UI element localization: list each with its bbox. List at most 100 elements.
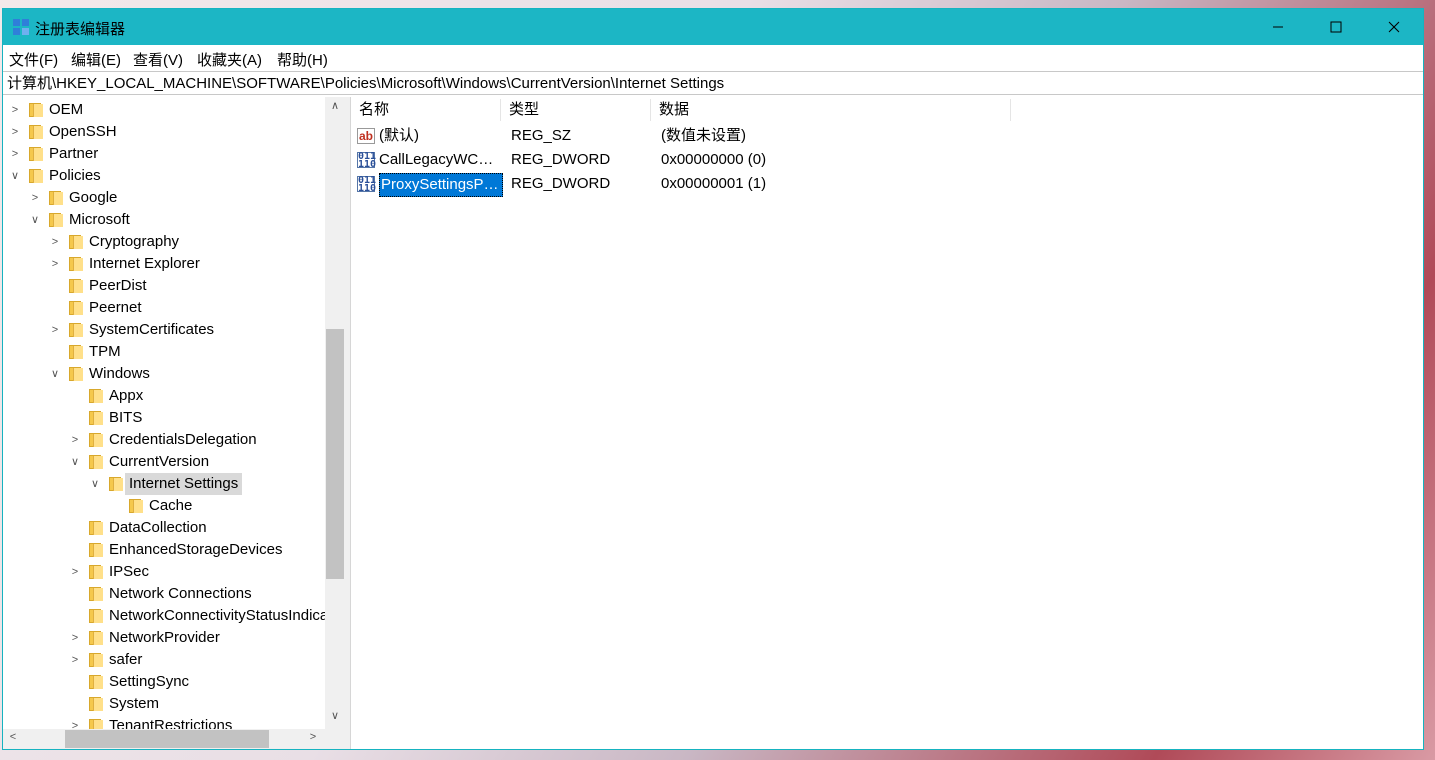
folder-icon <box>69 279 83 293</box>
tree-node[interactable]: > Google <box>3 187 325 209</box>
folder-icon <box>89 433 103 447</box>
scroll-down-icon[interactable]: ∨ <box>325 709 345 722</box>
chevron-right-icon[interactable]: > <box>69 715 81 729</box>
chevron-right-icon[interactable]: > <box>9 121 21 143</box>
tree-node-label: Internet Explorer <box>89 255 200 272</box>
value-data: 0x00000001 (1) <box>661 175 767 192</box>
tree-node-label: Cache <box>149 497 193 514</box>
tree-node[interactable]: DataCollection <box>3 517 325 539</box>
chevron-right-icon[interactable]: > <box>9 143 21 165</box>
scroll-right-icon[interactable]: > <box>303 731 323 743</box>
folder-icon <box>69 345 83 359</box>
tree-horizontal-scrollbar[interactable]: < > <box>3 729 325 749</box>
tree-node[interactable]: ∨ Policies <box>3 165 325 187</box>
folder-icon <box>89 631 103 645</box>
tree-node-label: Peernet <box>89 299 142 316</box>
chevron-right-icon[interactable]: > <box>49 253 61 275</box>
value-row[interactable]: 011110CallLegacyWCMPolicies REG_DWORD 0x00… <box>351 149 1151 171</box>
menu-file[interactable]: 文件(F) <box>9 49 58 70</box>
folder-icon <box>89 719 103 729</box>
tree-node-label: PeerDist <box>89 277 147 294</box>
folder-icon <box>89 521 103 535</box>
close-button[interactable] <box>1365 9 1423 45</box>
chevron-down-icon[interactable]: ∨ <box>49 363 61 385</box>
tree-node-label: Google <box>69 189 118 206</box>
tree-node[interactable]: > OEM <box>3 99 325 121</box>
tree-node-label: OEM <box>49 101 84 118</box>
tree-node[interactable]: ∨ Internet Settings <box>3 473 325 495</box>
folder-icon <box>89 609 103 623</box>
maximize-button[interactable] <box>1307 9 1365 45</box>
tree-node[interactable]: > SystemCertificates <box>3 319 325 341</box>
folder-icon <box>109 477 123 491</box>
tree-node[interactable]: > NetworkProvider <box>3 627 325 649</box>
tree-node[interactable]: Cache <box>3 495 325 517</box>
column-header-data[interactable]: 数据 <box>651 99 1011 121</box>
menu-edit[interactable]: 编辑(E) <box>71 49 121 70</box>
chevron-right-icon[interactable]: > <box>9 99 21 121</box>
tree-node[interactable]: SettingSync <box>3 671 325 693</box>
chevron-right-icon[interactable]: > <box>69 627 81 649</box>
tree-node[interactable]: ∨ Windows <box>3 363 325 385</box>
column-header-name[interactable]: 名称 <box>351 99 501 121</box>
tree-node[interactable]: > Partner <box>3 143 325 165</box>
tree-node[interactable]: ∨ Microsoft <box>3 209 325 231</box>
tree-node[interactable]: Peernet <box>3 297 325 319</box>
scroll-corner <box>325 729 345 749</box>
tree-vertical-scrollbar[interactable]: ∧ ∨ <box>325 97 345 729</box>
tree-node[interactable]: > safer <box>3 649 325 671</box>
menu-view[interactable]: 查看(V) <box>133 49 183 70</box>
minimize-button[interactable] <box>1249 9 1307 45</box>
tree-node-label: NetworkProvider <box>109 629 220 646</box>
chevron-down-icon[interactable]: ∨ <box>29 209 41 231</box>
chevron-right-icon[interactable]: > <box>49 319 61 341</box>
tree-node[interactable]: > OpenSSH <box>3 121 325 143</box>
folder-icon <box>89 653 103 667</box>
column-header-type[interactable]: 类型 <box>501 99 651 121</box>
value-row[interactable]: ab (默认) REG_SZ (数值未设置) <box>351 125 1151 147</box>
folder-icon <box>49 191 63 205</box>
tree-node[interactable]: > Cryptography <box>3 231 325 253</box>
tree-node[interactable]: NetworkConnectivityStatusIndicator <box>3 605 325 627</box>
tree-node[interactable]: Appx <box>3 385 325 407</box>
tree-node-label: Partner <box>49 145 99 162</box>
tree-node[interactable]: > Internet Explorer <box>3 253 325 275</box>
window-title: 注册表编辑器 <box>35 21 126 38</box>
chevron-right-icon[interactable]: > <box>69 429 81 451</box>
tree-node[interactable]: ∨ CurrentVersion <box>3 451 325 473</box>
value-row[interactable]: 011110ProxySettingsPerUser REG_DWORD 0x000… <box>351 173 1151 197</box>
tree-node[interactable]: System <box>3 693 325 715</box>
binary-value-icon: 011 110 <box>357 175 377 194</box>
tree-node[interactable]: Network Connections <box>3 583 325 605</box>
chevron-right-icon[interactable]: > <box>29 187 41 209</box>
menu-bar: 文件(F) 编辑(E) 查看(V) 收藏夹(A) 帮助(H) <box>3 45 1423 71</box>
menu-help[interactable]: 帮助(H) <box>277 49 328 70</box>
menu-favorites[interactable]: 收藏夹(A) <box>197 49 262 70</box>
folder-icon <box>89 675 103 689</box>
address-bar[interactable]: 计算机\HKEY_LOCAL_MACHINE\SOFTWARE\Policies… <box>3 71 1423 95</box>
tree-node-label: IPSec <box>109 563 150 580</box>
tree-vertical-scroll-thumb[interactable] <box>326 329 344 579</box>
tree-node[interactable]: PeerDist <box>3 275 325 297</box>
tree-node-label: Internet Settings <box>125 473 243 495</box>
tree-node[interactable]: > TenantRestrictions <box>3 715 325 729</box>
tree-node[interactable]: EnhancedStorageDevices <box>3 539 325 561</box>
tree-node-label: NetworkConnectivityStatusIndicator <box>109 607 325 624</box>
scroll-up-icon[interactable]: ∧ <box>325 99 345 112</box>
chevron-down-icon[interactable]: ∨ <box>9 165 21 187</box>
folder-icon <box>29 103 43 117</box>
title-bar[interactable]: 注册表编辑器 <box>3 9 1423 45</box>
chevron-right-icon[interactable]: > <box>69 649 81 671</box>
chevron-right-icon[interactable]: > <box>69 561 81 583</box>
tree-node[interactable]: TPM <box>3 341 325 363</box>
chevron-right-icon[interactable]: > <box>49 231 61 253</box>
tree-node[interactable]: > IPSec <box>3 561 325 583</box>
value-type: REG_DWORD <box>511 151 611 168</box>
chevron-down-icon[interactable]: ∨ <box>69 451 81 473</box>
scroll-left-icon[interactable]: < <box>3 731 23 743</box>
tree-node[interactable]: > CredentialsDelegation <box>3 429 325 451</box>
folder-icon <box>89 389 103 403</box>
tree-node[interactable]: BITS <box>3 407 325 429</box>
tree-horizontal-scroll-thumb[interactable] <box>65 730 269 748</box>
chevron-down-icon[interactable]: ∨ <box>89 473 101 495</box>
